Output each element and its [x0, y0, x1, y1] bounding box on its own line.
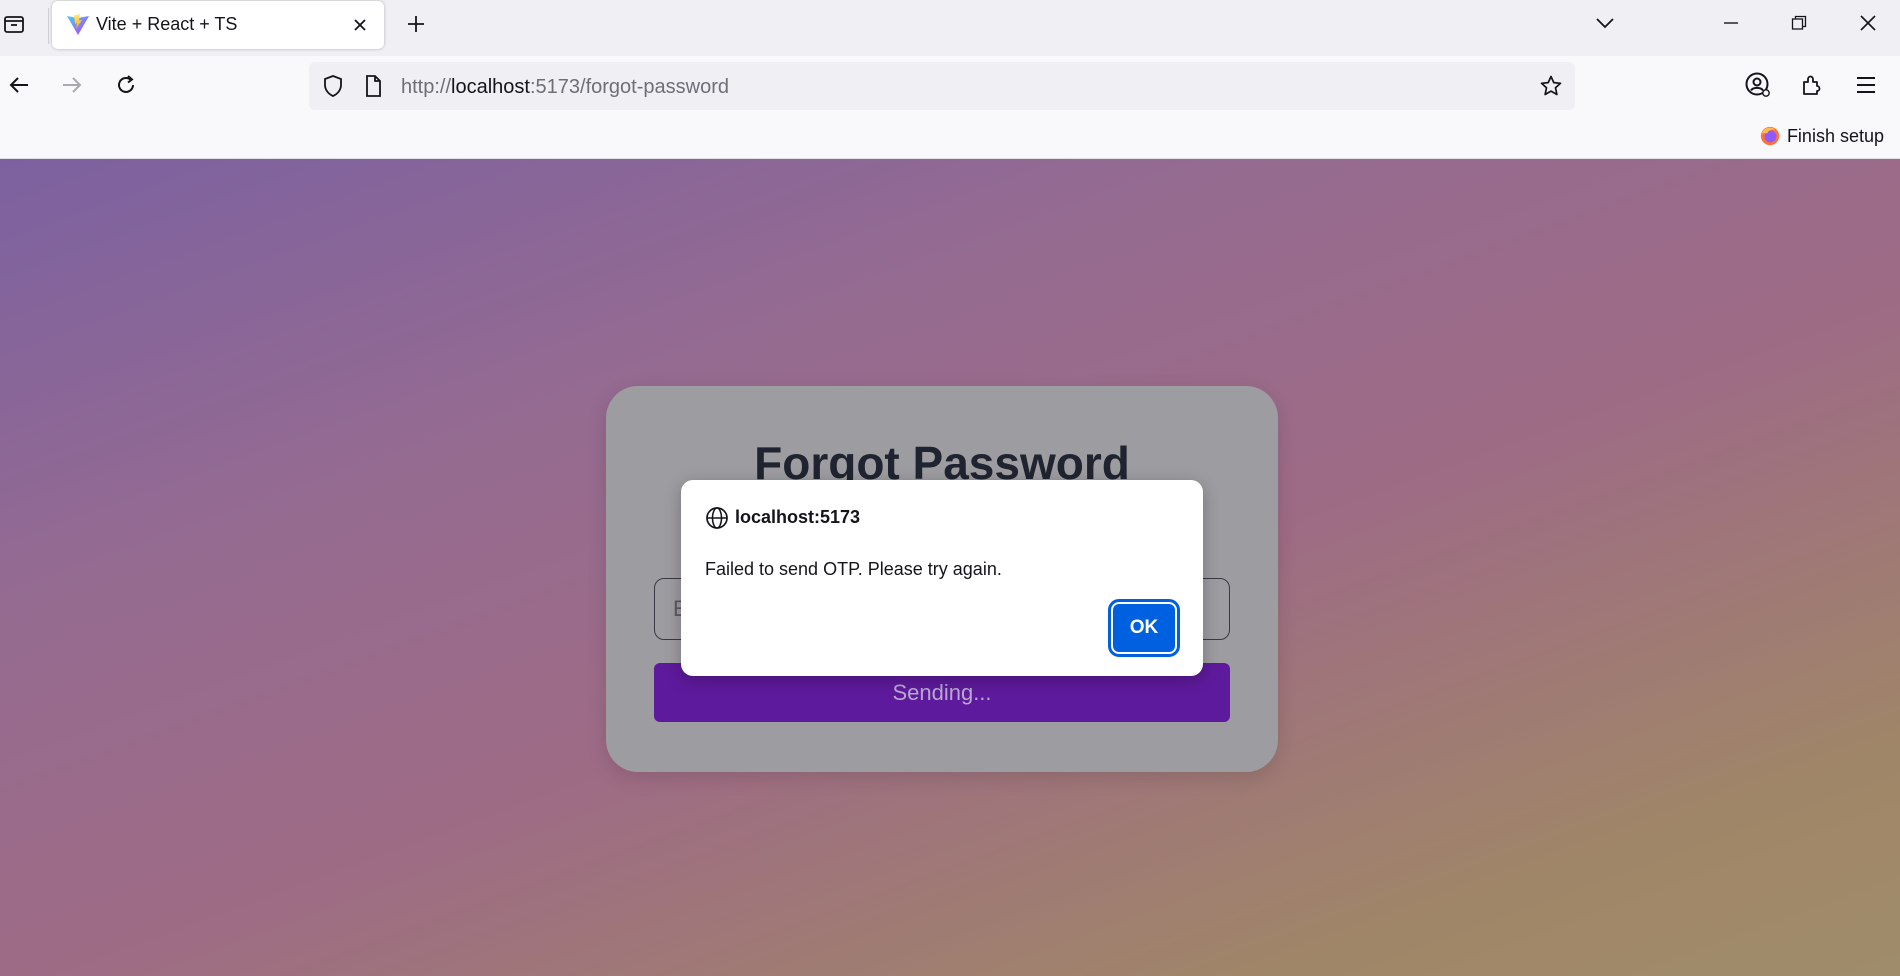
restore-icon[interactable]: [1779, 6, 1819, 40]
reload-icon[interactable]: [109, 68, 143, 102]
dialog-message: Failed to send OTP. Please try again.: [705, 559, 1002, 579]
bookmarks-toolbar: Finish setup: [0, 116, 1900, 159]
navigation-bar: http://localhost:5173/forgot-password: [0, 56, 1900, 116]
tab-title: Vite + React + TS: [96, 14, 238, 34]
minimize-icon[interactable]: [1711, 6, 1751, 40]
close-window-icon[interactable]: [1848, 6, 1888, 40]
firefox-view-icon[interactable]: [0, 10, 28, 38]
menu-icon[interactable]: [1849, 68, 1883, 102]
back-icon[interactable]: [2, 68, 36, 102]
address-bar[interactable]: http://localhost:5173/forgot-password: [309, 62, 1575, 110]
finish-setup-button[interactable]: Finish setup: [1759, 125, 1884, 147]
forward-icon[interactable]: [55, 68, 89, 102]
url-scheme: http://: [401, 76, 452, 98]
vite-logo-icon: [67, 14, 89, 35]
globe-icon: [706, 507, 728, 529]
ok-button[interactable]: OK: [1108, 599, 1180, 657]
new-tab-icon[interactable]: [402, 10, 430, 38]
url-text[interactable]: http://localhost:5173/forgot-password: [401, 76, 729, 99]
tab-strip: Vite + React + TS: [0, 0, 1900, 56]
finish-setup-label: Finish setup: [1786, 125, 1884, 146]
bookmark-star-icon[interactable]: [1539, 74, 1563, 98]
page-info-icon[interactable]: [361, 74, 385, 98]
url-path: :5173/forgot-password: [529, 76, 729, 98]
extensions-icon[interactable]: [1795, 68, 1829, 102]
alert-dialog: localhost:5173 Failed to send OTP. Pleas…: [681, 480, 1203, 676]
tracking-protection-icon[interactable]: [321, 74, 345, 98]
firefox-logo-icon: [1760, 126, 1780, 146]
account-icon[interactable]: [1741, 68, 1775, 102]
close-tab-icon[interactable]: [348, 13, 372, 37]
list-all-tabs-icon[interactable]: [1585, 6, 1625, 40]
dialog-origin: localhost:5173: [735, 507, 861, 527]
url-host: localhost: [451, 76, 530, 98]
browser-tab[interactable]: Vite + React + TS: [52, 1, 384, 49]
tab-separator: [48, 8, 49, 44]
